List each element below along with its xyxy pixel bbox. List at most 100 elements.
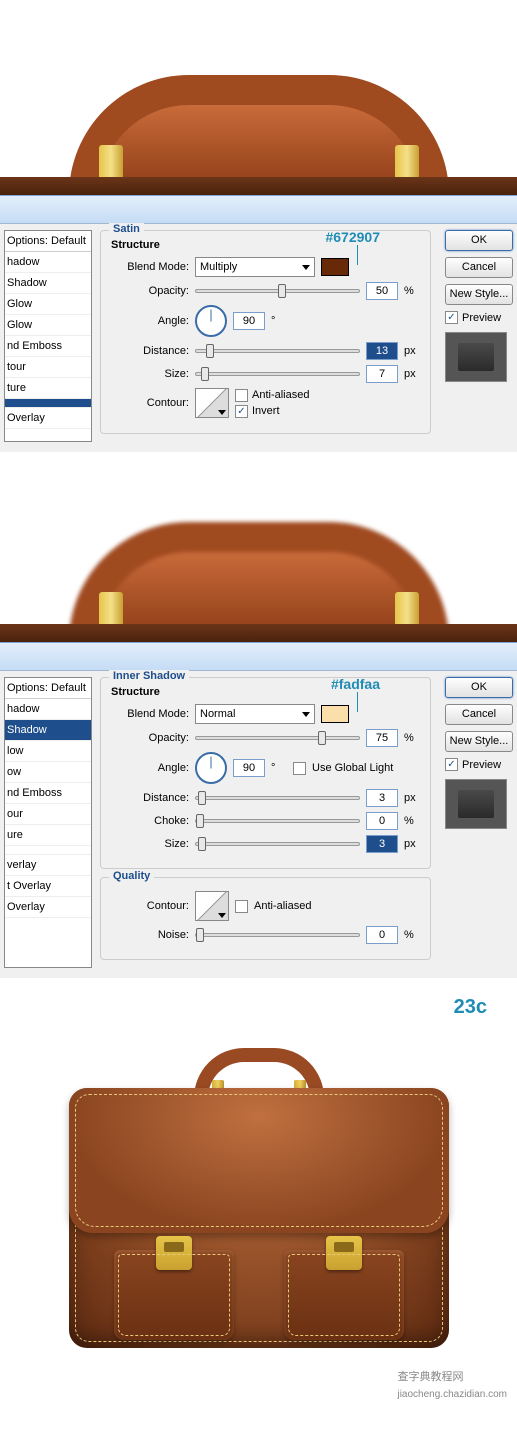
unit-percent: % xyxy=(404,285,420,297)
list-item[interactable]: Shadow xyxy=(5,273,91,294)
list-item[interactable] xyxy=(5,846,91,855)
list-item[interactable]: verlay xyxy=(5,855,91,876)
choke-input[interactable]: 0 xyxy=(366,812,398,830)
blend-mode-select[interactable]: Multiply xyxy=(195,257,315,277)
size-input[interactable]: 3 xyxy=(366,835,398,853)
size-label: Size: xyxy=(111,368,189,380)
ok-button[interactable]: OK xyxy=(445,677,513,698)
ok-button[interactable]: OK xyxy=(445,230,513,251)
list-item[interactable]: hadow xyxy=(5,252,91,273)
distance-label: Distance: xyxy=(111,792,189,804)
list-item[interactable]: ture xyxy=(5,378,91,399)
unit-px: px xyxy=(404,368,420,380)
list-item[interactable]: nd Emboss xyxy=(5,336,91,357)
size-label: Size: xyxy=(111,838,189,850)
blending-options-header: Options: Default xyxy=(5,231,91,252)
unit-degree: ° xyxy=(271,315,287,327)
distance-input[interactable]: 13 xyxy=(366,342,398,360)
anti-aliased-checkbox[interactable] xyxy=(235,389,248,402)
chevron-down-icon xyxy=(302,265,310,270)
preview-label: Preview xyxy=(462,312,501,324)
briefcase-top-edge xyxy=(0,177,517,195)
unit-px: px xyxy=(404,345,420,357)
group-title: Quality xyxy=(109,870,154,882)
size-slider[interactable] xyxy=(195,372,360,376)
distance-label: Distance: xyxy=(111,345,189,357)
list-item[interactable]: Glow xyxy=(5,294,91,315)
noise-label: Noise: xyxy=(111,929,189,941)
briefcase-pocket-right xyxy=(284,1250,404,1340)
global-light-label: Use Global Light xyxy=(312,762,393,774)
list-item[interactable]: Glow xyxy=(5,315,91,336)
distance-input[interactable]: 3 xyxy=(366,789,398,807)
styles-list[interactable]: Options: Default hadow Shadow low ow nd … xyxy=(4,677,92,968)
angle-input[interactable]: 90 xyxy=(233,312,265,330)
opacity-slider[interactable] xyxy=(195,736,360,740)
unit-degree: ° xyxy=(271,762,287,774)
group-title: Inner Shadow xyxy=(109,670,189,682)
size-input[interactable]: 7 xyxy=(366,365,398,383)
color-swatch[interactable] xyxy=(321,258,349,276)
opacity-label: Opacity: xyxy=(111,732,189,744)
list-item[interactable]: hadow xyxy=(5,699,91,720)
contour-picker[interactable] xyxy=(195,891,229,921)
blend-mode-select[interactable]: Normal xyxy=(195,704,315,724)
global-light-checkbox[interactable] xyxy=(293,762,306,775)
list-item[interactable]: nd Emboss xyxy=(5,783,91,804)
unit-percent: % xyxy=(404,929,420,941)
list-item[interactable]: tour xyxy=(5,357,91,378)
hex-annotation: #fadfaa xyxy=(331,676,380,692)
angle-input[interactable]: 90 xyxy=(233,759,265,777)
invert-checkbox[interactable]: ✓ xyxy=(235,405,248,418)
list-item[interactable]: ure xyxy=(5,825,91,846)
noise-input[interactable]: 0 xyxy=(366,926,398,944)
cancel-button[interactable]: Cancel xyxy=(445,257,513,278)
list-item[interactable]: low xyxy=(5,741,91,762)
list-item-inner-shadow[interactable]: Shadow xyxy=(5,720,91,741)
contour-picker[interactable] xyxy=(195,388,229,418)
blending-options-header: Options: Default xyxy=(5,678,91,699)
angle-dial[interactable] xyxy=(195,305,227,337)
dialog-titlebar[interactable] xyxy=(0,196,517,224)
opacity-input[interactable]: 50 xyxy=(366,282,398,300)
dialog-titlebar[interactable] xyxy=(0,643,517,671)
chevron-down-icon xyxy=(218,410,226,415)
preview-thumbnail xyxy=(445,779,507,829)
choke-slider[interactable] xyxy=(195,819,360,823)
list-item[interactable]: t Overlay xyxy=(5,876,91,897)
preview-checkbox[interactable]: ✓ xyxy=(445,758,458,771)
list-item[interactable]: Overlay xyxy=(5,897,91,918)
invert-label: Invert xyxy=(252,405,280,417)
noise-slider[interactable] xyxy=(195,933,360,937)
list-item[interactable]: ow xyxy=(5,762,91,783)
briefcase-result xyxy=(64,1048,454,1358)
list-item-satin[interactable] xyxy=(5,399,91,408)
angle-dial[interactable] xyxy=(195,752,227,784)
anti-aliased-checkbox[interactable] xyxy=(235,900,248,913)
opacity-slider[interactable] xyxy=(195,289,360,293)
unit-percent: % xyxy=(404,732,420,744)
color-swatch[interactable] xyxy=(321,705,349,723)
distance-slider[interactable] xyxy=(195,796,360,800)
cancel-button[interactable]: Cancel xyxy=(445,704,513,725)
step-label-c: 23c xyxy=(454,996,487,1019)
angle-label: Angle: xyxy=(111,762,189,774)
anti-aliased-label: Anti-aliased xyxy=(252,389,309,401)
distance-slider[interactable] xyxy=(195,349,360,353)
new-style-button[interactable]: New Style... xyxy=(445,284,513,305)
opacity-label: Opacity: xyxy=(111,285,189,297)
styles-list[interactable]: Options: Default hadow Shadow Glow Glow … xyxy=(4,230,92,442)
hex-line xyxy=(357,692,358,712)
blend-mode-label: Blend Mode: xyxy=(111,708,189,720)
size-slider[interactable] xyxy=(195,842,360,846)
opacity-input[interactable]: 75 xyxy=(366,729,398,747)
list-item[interactable]: Overlay xyxy=(5,408,91,429)
new-style-button[interactable]: New Style... xyxy=(445,731,513,752)
preview-thumbnail xyxy=(445,332,507,382)
layer-style-dialog: Options: Default hadow Shadow low ow nd … xyxy=(0,642,517,978)
watermark-bottom: 查字典教程网 jiaocheng.chazidian.com xyxy=(397,1367,507,1400)
unit-percent: % xyxy=(404,815,420,827)
preview-checkbox[interactable]: ✓ xyxy=(445,311,458,324)
list-item[interactable]: our xyxy=(5,804,91,825)
blend-mode-label: Blend Mode: xyxy=(111,261,189,273)
